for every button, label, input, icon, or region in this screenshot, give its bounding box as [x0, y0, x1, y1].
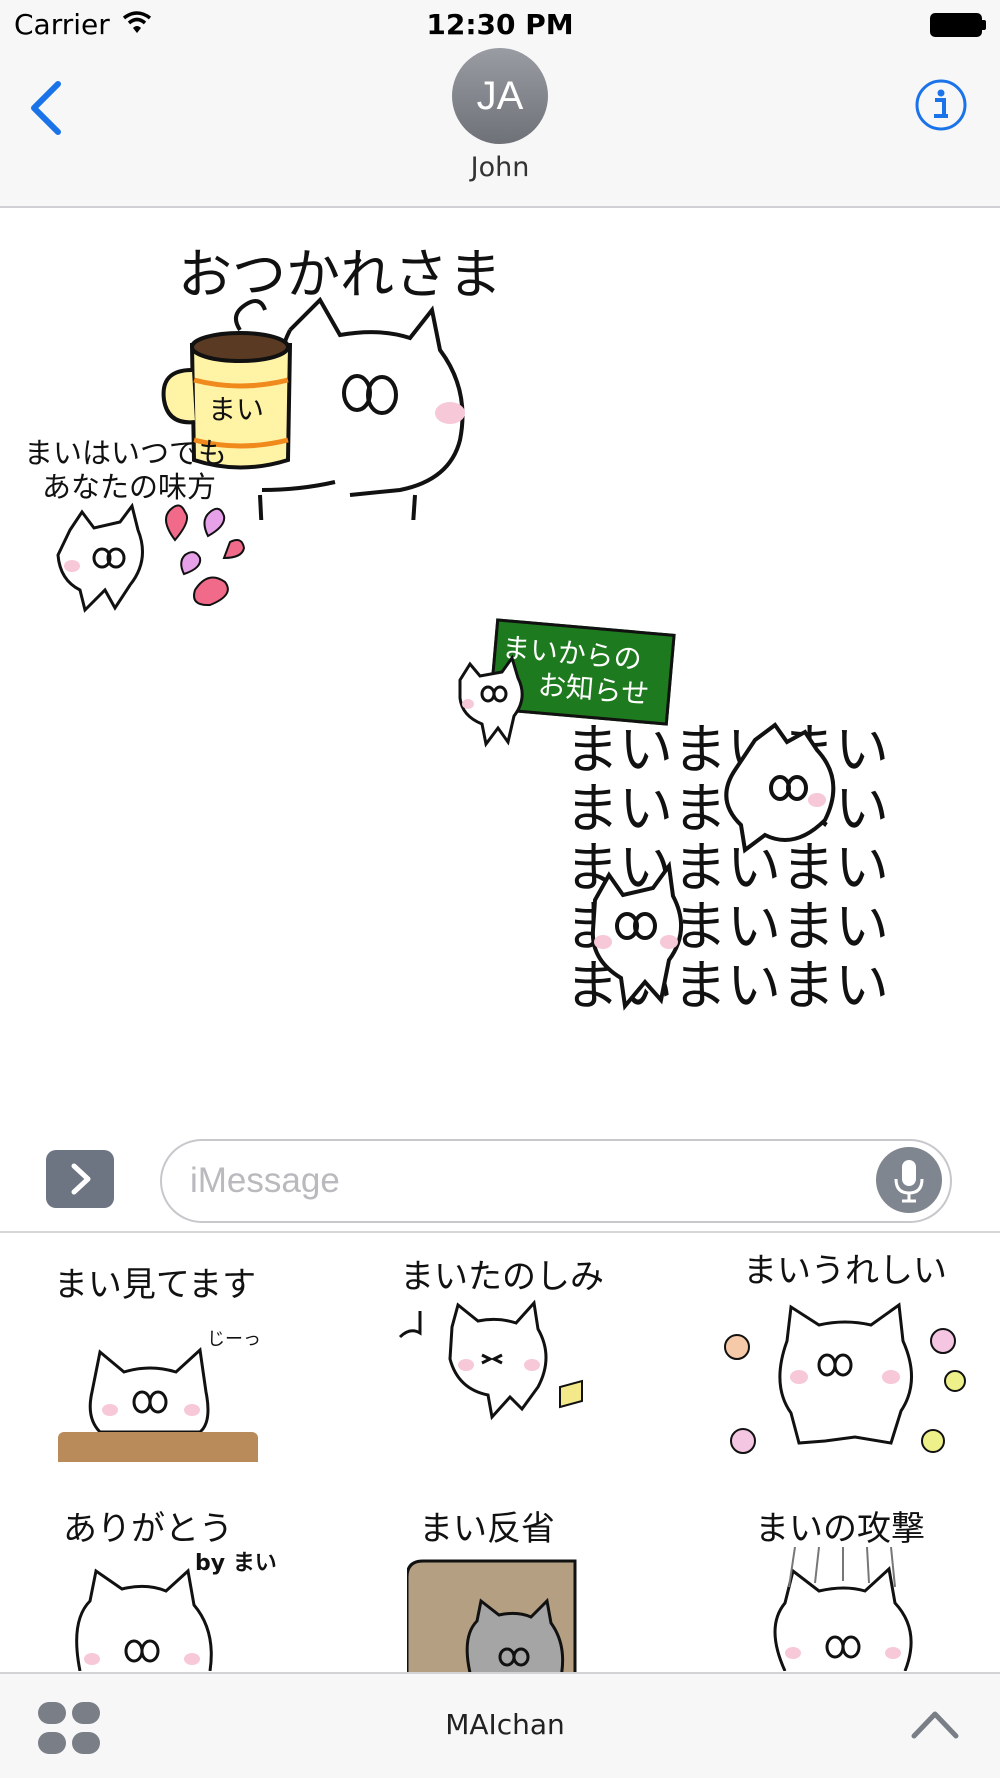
compose-bar	[0, 1125, 1000, 1233]
contact-name[interactable]: John	[0, 152, 1000, 183]
peeking-cat-drawing	[58, 1346, 258, 1462]
cat-with-hearts-drawing	[56, 502, 246, 613]
imessage-field-container	[160, 1139, 952, 1223]
sticker-label: まい見てます	[53, 1265, 257, 1305]
expand-apps-button[interactable]	[46, 1150, 114, 1208]
battery-icon	[930, 13, 986, 37]
chevron-right-icon	[71, 1163, 91, 1195]
app-drawer-bar: MAIchan	[0, 1672, 1000, 1778]
drawer-sticker-ureshii[interactable]: まいうれしい	[695, 1243, 995, 1463]
contact-avatar[interactable]: JA	[452, 48, 548, 144]
mug-label: まい	[208, 393, 265, 426]
info-icon[interactable]	[914, 78, 968, 132]
drawer-sticker-arigatou[interactable]: ありがとう by まい	[0, 1501, 300, 1672]
chevron-up-icon[interactable]	[910, 1704, 960, 1744]
drawer-sticker-tanoshimi[interactable]: まいたのしみ	[352, 1249, 652, 1469]
message-thread: おつかれさま まい まいはいつでも あなたの味方 まいからの お知らせ まいまい…	[0, 210, 1000, 1125]
active-app-name: MAIchan	[445, 1708, 565, 1741]
sticker-drawer: まい見てます じーっ まいたのしみ まいうれしい ありがとう by まい まい反…	[0, 1235, 1000, 1672]
sticker-label: まい反省	[419, 1509, 555, 1549]
sticker-label: まいたのしみ	[400, 1257, 604, 1297]
attacking-cat-drawing	[773, 1547, 913, 1671]
dancing-cat-drawing	[398, 1299, 583, 1421]
drawer-sticker-hansei[interactable]: まい反省	[352, 1501, 652, 1672]
sticker-maimai[interactable]: まいまいまい まいまいまい まいまいまい まいまいまい まいまいまい	[565, 720, 925, 1020]
conversation-header: JA John	[0, 48, 1000, 208]
bouncing-cats-drawing	[590, 722, 836, 1011]
drawer-sticker-mitemasu[interactable]: まい見てます じーっ	[5, 1257, 305, 1477]
imessage-input[interactable]	[190, 1157, 850, 1205]
microphone-icon	[894, 1160, 924, 1203]
drawer-sticker-kougeki[interactable]: まいの攻撃	[695, 1501, 995, 1672]
cat-holding-board-drawing	[458, 654, 524, 748]
clock: 12:30 PM	[426, 8, 574, 41]
back-chevron-icon[interactable]	[24, 78, 68, 138]
sticker-mikata[interactable]: まいはいつでも あなたの味方	[20, 430, 270, 620]
sticker-label: まいの攻撃	[755, 1509, 925, 1549]
regretful-cat-drawing	[407, 1559, 577, 1672]
dictation-button[interactable]	[876, 1147, 942, 1213]
status-bar: Carrier 12:30 PM	[0, 0, 1000, 48]
thankful-cat-drawing	[75, 1568, 213, 1671]
sticker-label: ありがとう	[63, 1509, 233, 1549]
sticker-label: まいうれしい	[743, 1251, 947, 1291]
happy-cat-drawing	[724, 1302, 966, 1454]
